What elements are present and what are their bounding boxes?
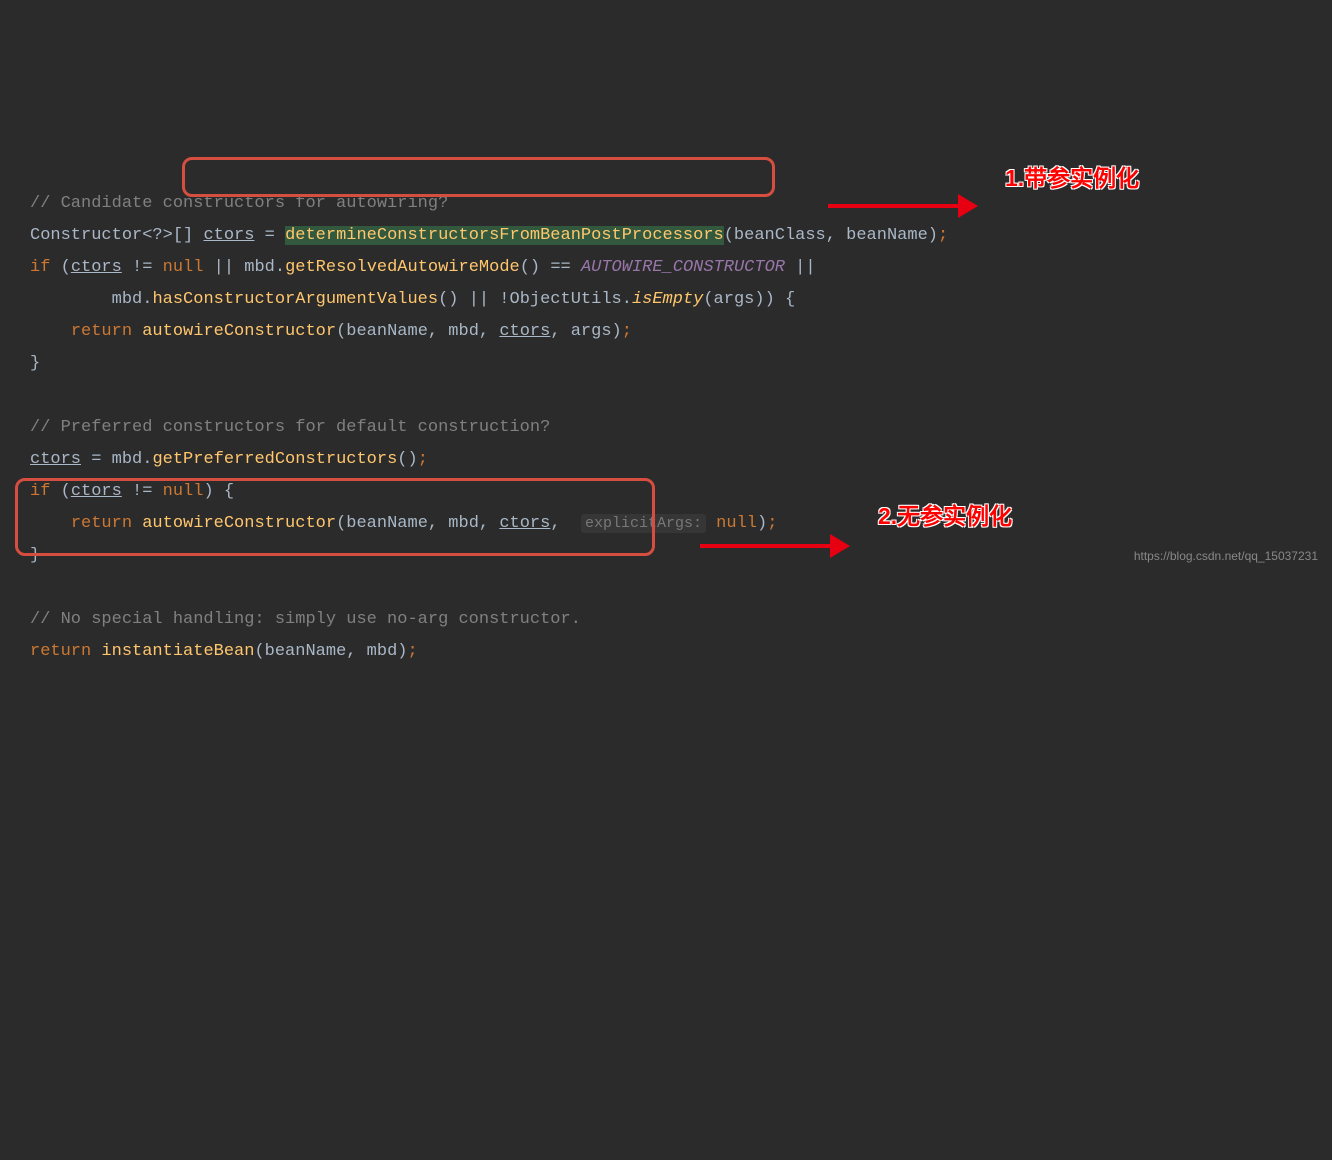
const-autowire: AUTOWIRE_CONSTRUCTOR <box>581 258 785 277</box>
args-aw1a: (beanName, mbd, <box>336 322 499 341</box>
cond2-c: (args)) <box>703 290 785 309</box>
brace-close-1: } <box>30 354 40 373</box>
annotation-1: 1.带参实例化 <box>1005 162 1139 194</box>
highlight-box-1 <box>182 157 775 197</box>
annotation-2: 2.无参实例化 <box>878 500 1012 532</box>
args-instantiate: (beanName, mbd) <box>254 642 407 661</box>
cond2-a: mbd. <box>112 290 153 309</box>
highlight-box-2 <box>15 478 655 556</box>
arrow-1 <box>808 170 978 298</box>
watermark: https://blog.csdn.net/qq_15037231 <box>1134 540 1318 572</box>
cond1-c: () == <box>520 258 581 277</box>
semi5: ; <box>407 642 417 661</box>
arrow-2 <box>680 510 850 638</box>
eq: = <box>254 226 285 245</box>
var-ctors-3: ctors <box>499 322 550 341</box>
cond1-b: || mbd. <box>203 258 285 277</box>
brace-open-1: { <box>785 290 795 309</box>
m-hasCtorArgs: hasConstructorArgumentValues <box>152 290 438 309</box>
m-getResolved: getResolvedAutowireMode <box>285 258 520 277</box>
m-isEmpty: isEmpty <box>632 290 703 309</box>
kw-if-1: if <box>30 258 50 277</box>
kw-return-1: return <box>71 322 132 341</box>
var-ctors-4: ctors <box>30 450 81 469</box>
semi3: ; <box>418 450 428 469</box>
var-ctors: ctors <box>203 226 254 245</box>
m-instantiate: instantiateBean <box>101 642 254 661</box>
cond2-b: () || !ObjectUtils. <box>438 290 632 309</box>
method-determine: determineConstructorsFromBeanPostProcess… <box>285 226 724 245</box>
args-aw1b: , args) <box>550 322 621 341</box>
cond1-a: != <box>122 258 163 277</box>
var-ctors-2: ctors <box>71 258 122 277</box>
args-getPreferred: () <box>397 450 417 469</box>
generic-brackets: <?>[] <box>142 226 193 245</box>
comment-line-2: // Preferred constructors for default co… <box>30 418 550 437</box>
m-getPreferred: getPreferredConstructors <box>152 450 397 469</box>
cond1-open: ( <box>50 258 70 277</box>
m-autowire-1: autowireConstructor <box>142 322 336 341</box>
comment-line-3: // No special handling: simply use no-ar… <box>30 610 581 629</box>
type-constructor: Constructor <box>30 226 142 245</box>
semi2: ; <box>622 322 632 341</box>
kw-return-3: return <box>30 642 91 661</box>
null-1: null <box>163 258 204 277</box>
